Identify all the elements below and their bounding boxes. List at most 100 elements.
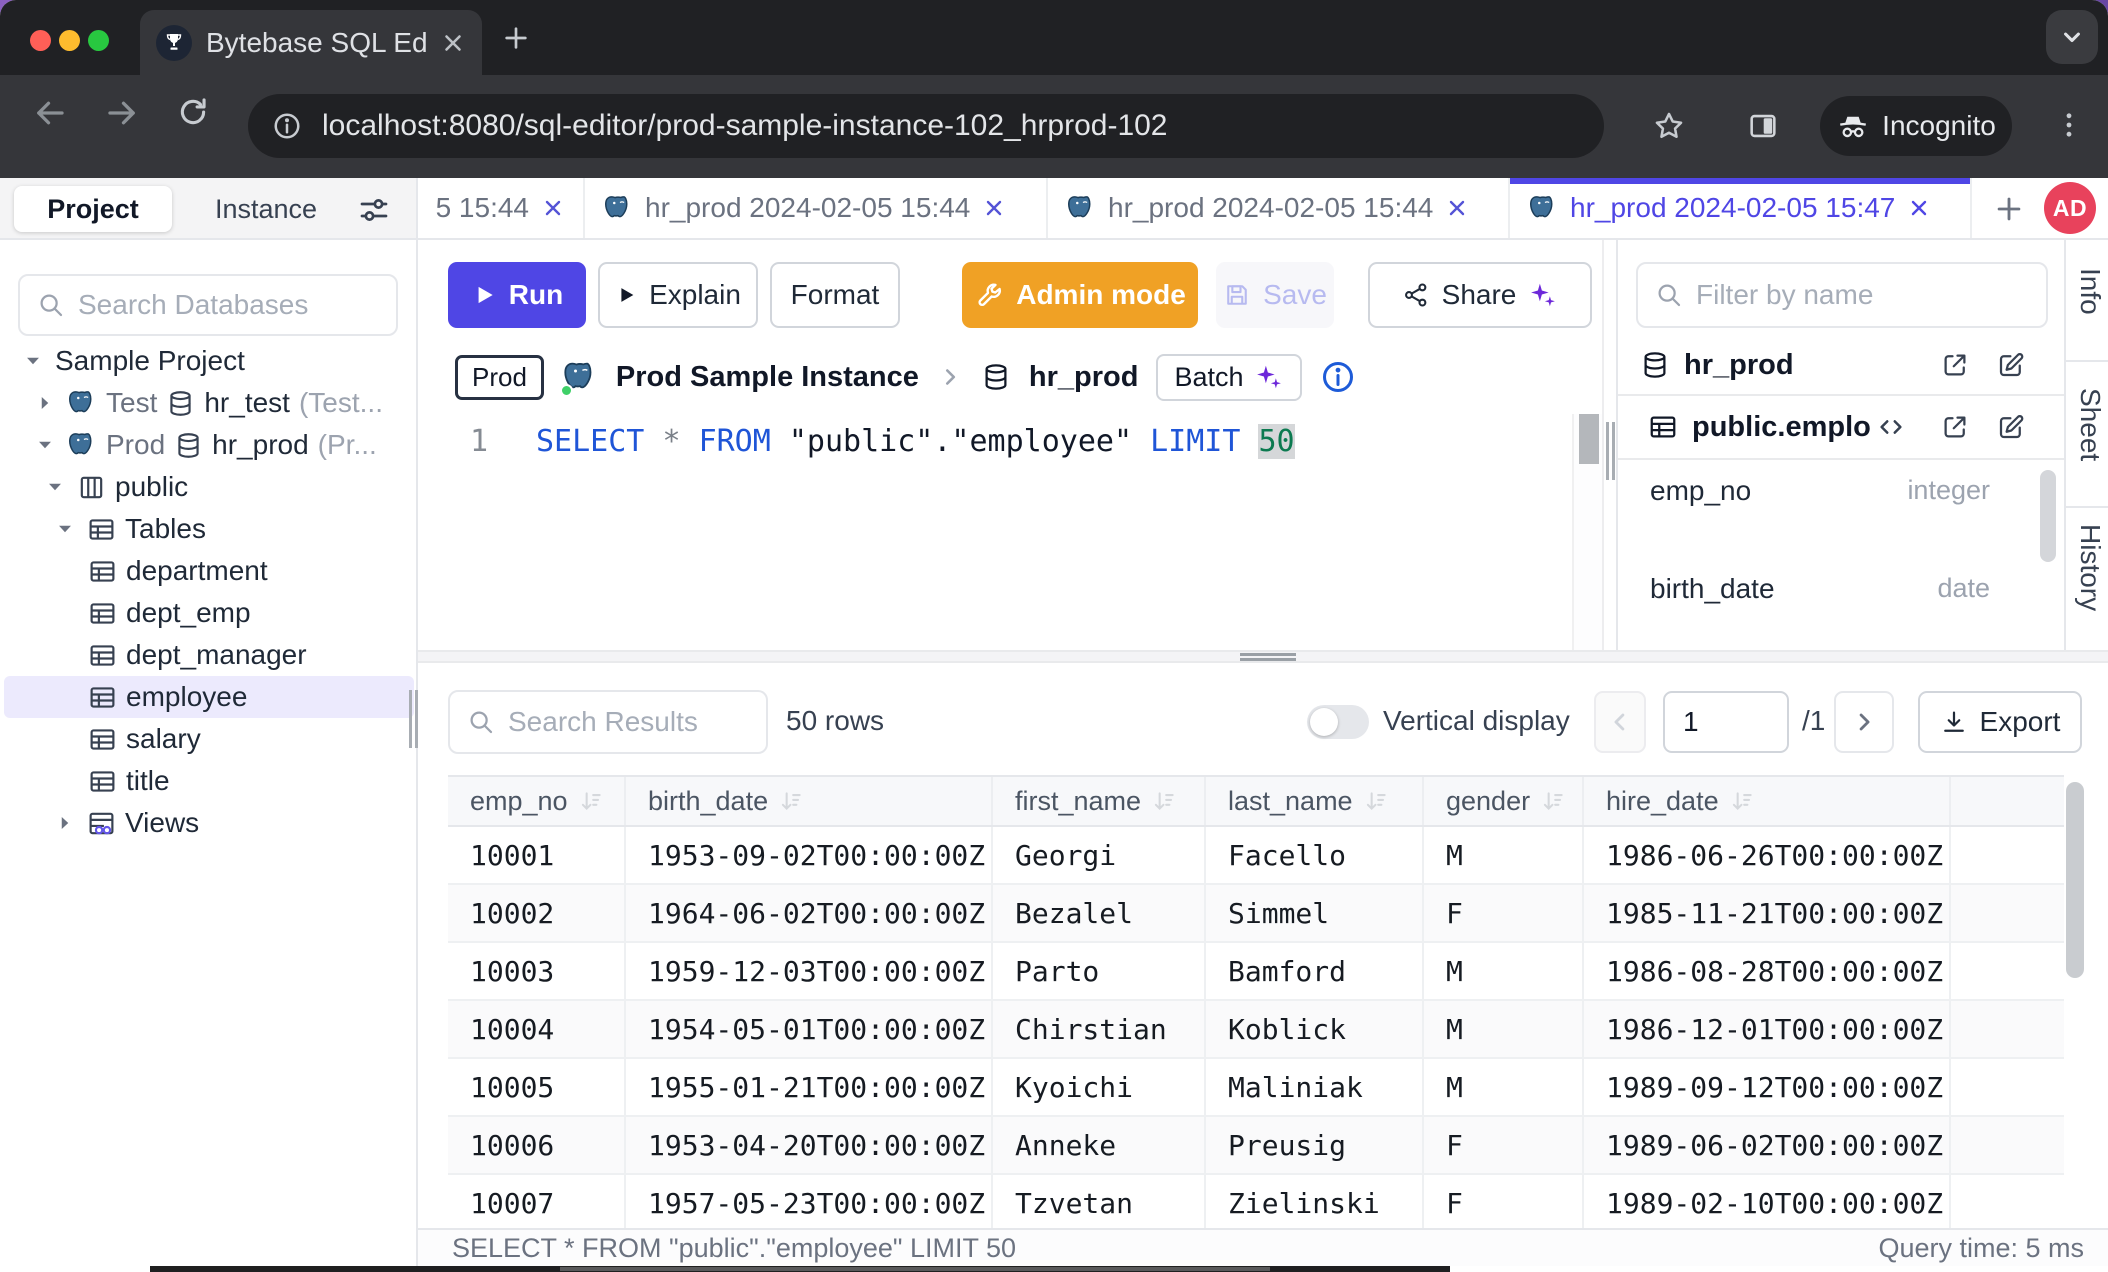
column-header-hire_date[interactable]: hire_date [1584, 777, 1951, 825]
results-search-box[interactable] [448, 690, 768, 754]
sql-code-line[interactable]: SELECT * FROM "public"."employee" LIMIT … [536, 424, 1295, 459]
info-icon[interactable] [1320, 359, 1356, 395]
tab-close-icon[interactable] [440, 30, 466, 56]
caret-down-icon[interactable] [42, 474, 68, 500]
tree-item-schema-public[interactable]: public [0, 466, 418, 508]
browser-tab[interactable]: Bytebase SQL Editor [140, 10, 482, 75]
tab-info[interactable]: Info [2074, 268, 2106, 315]
tree-item-table-title[interactable]: title [0, 760, 418, 802]
side-panel-icon[interactable] [1746, 109, 1780, 143]
window-minimize-button[interactable] [59, 30, 80, 51]
tab-history[interactable]: History [2074, 524, 2106, 611]
panel-scrollbar-thumb[interactable] [2040, 470, 2056, 562]
user-avatar[interactable]: AD [2044, 182, 2096, 234]
database-search-box[interactable] [18, 274, 398, 336]
close-icon[interactable] [1445, 196, 1469, 220]
share-button[interactable]: Share [1368, 262, 1592, 328]
editor-scrollbar-thumb[interactable] [1579, 414, 1599, 464]
instance-name[interactable]: Prod Sample Instance [616, 361, 919, 394]
editor-tab-4-active[interactable]: hr_prod 2024-02-05 15:47 [1510, 178, 1972, 238]
explain-button[interactable]: Explain [598, 262, 758, 328]
ai-sparkle-icon[interactable] [1528, 280, 1558, 310]
browser-menu-icon[interactable] [2052, 108, 2086, 142]
schema-filter-box[interactable] [1636, 262, 2048, 328]
table-row[interactable]: 100031959-12-03T00:00:00ZPartoBamfordM19… [448, 943, 2064, 1001]
tree-item-project[interactable]: Sample Project [0, 340, 418, 382]
site-info-icon[interactable] [272, 111, 302, 141]
admin-mode-button[interactable]: Admin mode [962, 262, 1198, 328]
sort-icon[interactable] [1729, 788, 1755, 814]
run-button[interactable]: Run [448, 262, 586, 328]
panel-database-row[interactable]: hr_prod [1618, 336, 2064, 396]
column-row-emp_no[interactable]: emp_nointeger [1618, 466, 2048, 515]
sort-icon[interactable] [778, 788, 804, 814]
tab-project[interactable]: Project [14, 186, 172, 232]
new-sheet-button[interactable] [1992, 192, 2026, 226]
panel-table-row[interactable]: public.employee [1618, 396, 2064, 460]
editor-tab-1[interactable]: 5 15:44 [418, 178, 585, 238]
window-close-button[interactable] [30, 30, 51, 51]
tree-item-table-employee-selected[interactable]: employee [4, 676, 414, 718]
tree-item-table-salary[interactable]: salary [0, 718, 418, 760]
vertical-display-toggle[interactable] [1307, 705, 1369, 739]
caret-right-icon[interactable] [52, 810, 78, 836]
tree-item-table-department[interactable]: department [0, 550, 418, 592]
new-tab-button[interactable] [500, 22, 532, 54]
filter-settings-icon[interactable] [356, 192, 392, 228]
column-row-birth_date[interactable]: birth_datedate [1618, 564, 2048, 613]
reload-button[interactable] [176, 95, 210, 129]
table-row[interactable]: 100021964-06-02T00:00:00ZBezalelSimmelF1… [448, 885, 2064, 943]
caret-down-icon[interactable] [32, 432, 58, 458]
editor-scrollbar[interactable] [1572, 414, 1602, 650]
editor-tab-3[interactable]: hr_prod 2024-02-05 15:44 [1048, 178, 1510, 238]
caret-down-icon[interactable] [52, 516, 78, 542]
tree-item-test-database[interactable]: Test hr_test (Test... [0, 382, 418, 424]
table-row[interactable]: 100061953-04-20T00:00:00ZAnnekePreusigF1… [448, 1117, 2064, 1175]
caret-right-icon[interactable] [32, 390, 58, 416]
edit-icon[interactable] [1996, 412, 2026, 442]
tree-item-table-dept-manager[interactable]: dept_manager [0, 634, 418, 676]
bookmark-star-icon[interactable] [1652, 109, 1686, 143]
back-button[interactable] [32, 95, 68, 131]
tab-instance[interactable]: Instance [196, 178, 336, 240]
column-header-gender[interactable]: gender [1424, 777, 1584, 825]
format-button[interactable]: Format [770, 262, 900, 328]
close-icon[interactable] [1907, 196, 1931, 220]
external-link-icon[interactable] [1940, 412, 1970, 442]
save-button[interactable]: Save [1216, 262, 1334, 328]
sort-icon[interactable] [1363, 788, 1389, 814]
window-zoom-button[interactable] [88, 30, 109, 51]
results-splitter[interactable] [418, 650, 2108, 663]
external-link-icon[interactable] [1940, 350, 1970, 380]
caret-down-icon[interactable] [20, 348, 46, 374]
results-search-input[interactable] [508, 706, 750, 738]
address-bar[interactable]: localhost:8080/sql-editor/prod-sample-in… [248, 94, 1604, 158]
tree-item-views-group[interactable]: Views [0, 802, 418, 844]
results-scrollbar-thumb[interactable] [2066, 782, 2084, 978]
column-header-first_name[interactable]: first_name [993, 777, 1206, 825]
prev-page-button[interactable] [1594, 691, 1646, 753]
column-header-last_name[interactable]: last_name [1206, 777, 1424, 825]
table-row[interactable]: 100051955-01-21T00:00:00ZKyoichiMaliniak… [448, 1059, 2064, 1117]
close-icon[interactable] [982, 196, 1006, 220]
tab-search-button[interactable] [2046, 10, 2098, 64]
edit-icon[interactable] [1996, 350, 2026, 380]
page-number-input[interactable] [1663, 691, 1789, 753]
table-row[interactable]: 100041954-05-01T00:00:00ZChirstianKoblic… [448, 1001, 2064, 1059]
sort-icon[interactable] [1540, 788, 1566, 814]
database-name[interactable]: hr_prod [1029, 361, 1139, 394]
sort-icon[interactable] [1151, 788, 1177, 814]
column-header-emp_no[interactable]: emp_no [448, 777, 626, 825]
batch-button[interactable]: Batch [1156, 354, 1301, 401]
table-row[interactable]: 100011953-09-02T00:00:00ZGeorgiFacelloM1… [448, 827, 2064, 885]
close-icon[interactable] [541, 196, 565, 220]
table-row[interactable]: 100071957-05-23T00:00:00ZTzvetanZielinsk… [448, 1175, 2064, 1228]
tab-sheet[interactable]: Sheet [2074, 388, 2106, 461]
tree-item-prod-database[interactable]: Prod hr_prod (Pr... [0, 424, 418, 466]
next-page-button[interactable] [1834, 691, 1894, 753]
sql-editor[interactable]: 1 SELECT * FROM "public"."employee" LIMI… [418, 414, 1602, 650]
forward-button[interactable] [104, 95, 140, 131]
database-search-input[interactable] [78, 289, 380, 321]
sort-icon[interactable] [578, 788, 604, 814]
editor-tab-2[interactable]: hr_prod 2024-02-05 15:44 [585, 178, 1048, 238]
